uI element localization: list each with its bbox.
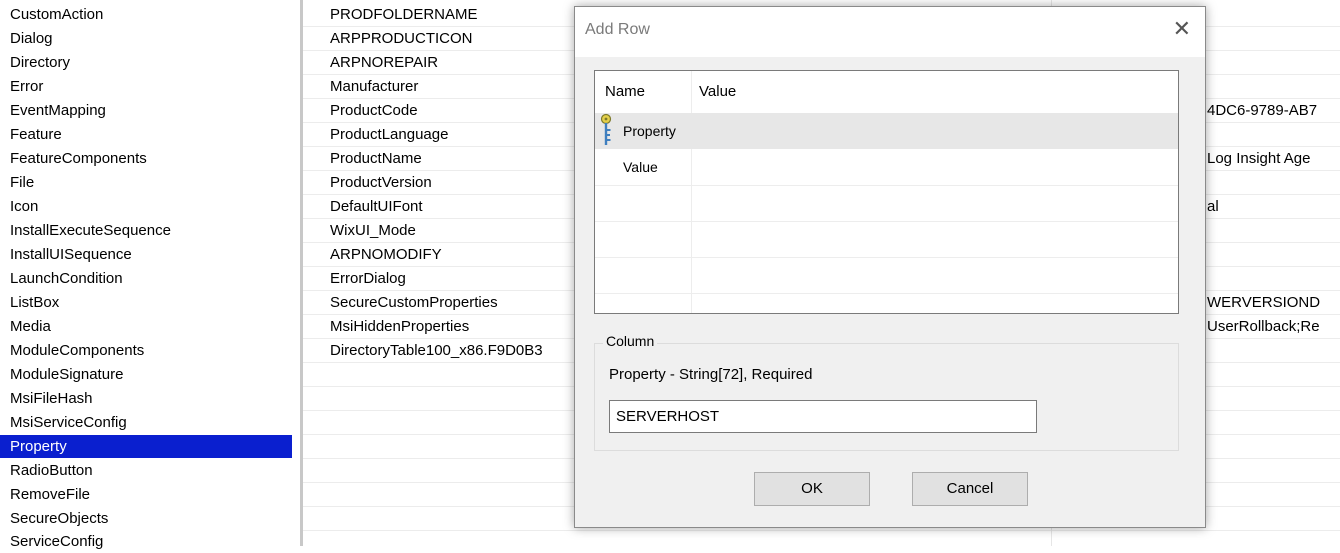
table-item[interactable]: InstallUISequence — [0, 243, 292, 266]
table-item[interactable]: MsiFileHash — [0, 387, 292, 410]
list-row-line — [595, 257, 1178, 258]
list-row-property-selected[interactable] — [595, 113, 1178, 149]
table-item[interactable]: MsiServiceConfig — [0, 411, 292, 434]
grid-value-cell[interactable]: WERVERSIOND — [1207, 291, 1320, 314]
grid-property-cell[interactable]: ErrorDialog — [330, 267, 406, 290]
list-row-line — [595, 293, 1178, 294]
grid-property-cell[interactable]: ARPNOMODIFY — [330, 243, 442, 266]
table-item[interactable]: RemoveFile — [0, 483, 292, 506]
dialog-titlebar[interactable]: Add Row ✕ — [575, 7, 1205, 57]
grid-property-cell[interactable]: DefaultUIFont — [330, 195, 423, 218]
close-icon[interactable]: ✕ — [1173, 18, 1191, 40]
grid-property-cell[interactable]: ARPNOREPAIR — [330, 51, 438, 74]
name-column-header: Name — [605, 83, 646, 100]
grid-property-cell[interactable]: Manufacturer — [330, 75, 418, 98]
grid-value-cell[interactable]: 4DC6-9789-AB7 — [1207, 99, 1317, 122]
column-description: Property - String[72], Required — [609, 366, 813, 383]
grid-property-cell[interactable]: DirectoryTable100_x86.F9D0B3 — [330, 339, 543, 362]
column-groupbox: Column Property - String[72], Required — [594, 333, 1179, 451]
add-row-dialog: Add Row ✕ Name Value Property Value Colu… — [574, 6, 1206, 528]
table-item[interactable]: Icon — [0, 195, 292, 218]
column-legend: Column — [603, 333, 658, 349]
grid-property-cell[interactable]: PRODFOLDERNAME — [330, 3, 478, 26]
table-item[interactable]: Dialog — [0, 27, 292, 50]
grid-property-cell[interactable]: SecureCustomProperties — [330, 291, 498, 314]
table-item[interactable]: ListBox — [0, 291, 292, 314]
key-icon — [600, 113, 612, 145]
dialog-title: Add Row — [585, 21, 650, 38]
tables-list[interactable]: CustomAction Dialog Directory Error Even… — [0, 0, 300, 550]
table-item[interactable]: SecureObjects — [0, 507, 292, 530]
table-item[interactable]: Error — [0, 75, 292, 98]
grid-property-cell[interactable]: ProductName — [330, 147, 422, 170]
list-row-name[interactable]: Property — [623, 123, 676, 139]
table-item[interactable]: CustomAction — [0, 3, 292, 26]
grid-value-cell[interactable]: al — [1207, 195, 1219, 218]
table-item[interactable]: ModuleSignature — [0, 363, 292, 386]
grid-value-cell[interactable]: Log Insight Age — [1207, 147, 1310, 170]
table-item[interactable]: Media — [0, 315, 292, 338]
grid-value-cell[interactable]: UserRollback;Re — [1207, 315, 1320, 338]
grid-row-line — [303, 530, 1340, 531]
grid-property-cell[interactable]: WixUI_Mode — [330, 219, 416, 242]
grid-property-cell[interactable]: MsiHiddenProperties — [330, 315, 469, 338]
cancel-button[interactable]: Cancel — [912, 472, 1028, 506]
column-list[interactable]: Name Value Property Value — [594, 70, 1179, 314]
table-item[interactable]: Feature — [0, 123, 292, 146]
table-item[interactable]: EventMapping — [0, 99, 292, 122]
table-item[interactable]: File — [0, 171, 292, 194]
grid-property-cell[interactable]: ProductCode — [330, 99, 418, 122]
grid-property-cell[interactable]: ProductVersion — [330, 171, 432, 194]
ok-button[interactable]: OK — [754, 472, 870, 506]
table-item[interactable]: RadioButton — [0, 459, 292, 482]
list-column-line — [691, 71, 692, 313]
table-item-property-selected[interactable]: Property — [0, 435, 292, 458]
column-value-input[interactable] — [609, 400, 1037, 433]
grid-property-cell[interactable]: ARPPRODUCTICON — [330, 27, 473, 50]
value-column-header: Value — [699, 83, 737, 100]
table-item[interactable]: ServiceConfig — [0, 530, 292, 553]
list-row-name[interactable]: Value — [623, 159, 658, 175]
table-item[interactable]: ModuleComponents — [0, 339, 292, 362]
table-item[interactable]: LaunchCondition — [0, 267, 292, 290]
list-row-line — [595, 185, 1178, 186]
table-item[interactable]: FeatureComponents — [0, 147, 292, 170]
grid-property-cell[interactable]: ProductLanguage — [330, 123, 448, 146]
table-item[interactable]: InstallExecuteSequence — [0, 219, 292, 242]
list-row-line — [595, 221, 1178, 222]
table-item[interactable]: Directory — [0, 51, 292, 74]
